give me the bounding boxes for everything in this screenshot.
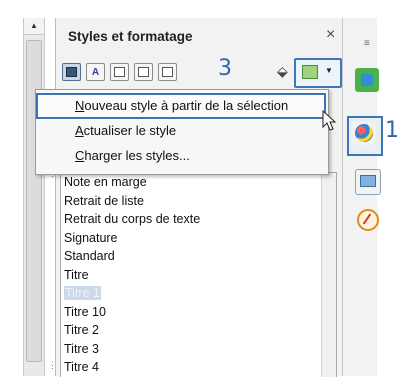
paragraph-styles-button[interactable] xyxy=(62,63,81,81)
page-styles-icon xyxy=(138,67,149,77)
menu-item-mnemonic: C xyxy=(75,148,85,163)
properties-icon[interactable] xyxy=(355,68,379,92)
list-item[interactable]: Titre 3 xyxy=(61,340,336,359)
document-vertical-scrollbar[interactable]: ▲ xyxy=(23,18,45,376)
new-style-from-selection-button[interactable]: ▼ xyxy=(294,58,342,88)
menu-item-mnemonic: A xyxy=(75,123,84,138)
navigator-icon[interactable] xyxy=(355,207,379,231)
mouse-pointer-icon xyxy=(322,110,337,131)
page-styles-button[interactable] xyxy=(134,63,153,81)
gallery-icon[interactable] xyxy=(355,169,381,195)
list-styles-button[interactable] xyxy=(158,63,177,81)
list-item[interactable]: Retrait du corps de texte xyxy=(61,210,336,229)
character-styles-icon: A xyxy=(91,66,100,78)
paragraph-styles-icon xyxy=(66,67,77,77)
list-item[interactable]: Note en marge xyxy=(61,173,336,192)
list-item[interactable]: Titre 2 xyxy=(61,321,336,340)
callout-number-3: 3 xyxy=(218,56,232,81)
new-style-dropdown-menu: Nouveau style à partir de la sélection A… xyxy=(35,89,329,175)
list-item[interactable]: Standard xyxy=(61,247,336,266)
frame-styles-button[interactable] xyxy=(110,63,129,81)
menu-item-new-style-from-selection[interactable]: Nouveau style à partir de la sélection xyxy=(36,93,326,119)
list-item[interactable]: Titre 10 xyxy=(61,303,336,322)
fill-format-icon[interactable]: ⬙ xyxy=(277,63,288,80)
menu-item-label: ouveau style à partir de la sélection xyxy=(84,98,289,113)
menu-item-mnemonic: N xyxy=(75,98,85,113)
sidebar-menu-icon[interactable]: ≡ xyxy=(364,38,370,49)
list-item[interactable]: Signature xyxy=(61,229,336,248)
character-styles-button[interactable]: A xyxy=(86,63,105,81)
list-item[interactable]: Titre 4 xyxy=(61,358,336,377)
list-item[interactable]: Titre xyxy=(61,266,336,285)
ruler-grip-icon: ⋮ xyxy=(48,360,57,370)
callout-number-1: 1 xyxy=(385,118,399,143)
panel-title: Styles et formatage xyxy=(68,29,193,44)
styles-list[interactable]: Note en marge Retrait de liste Retrait d… xyxy=(60,172,337,377)
menu-item-load-styles[interactable]: Charger les styles... xyxy=(38,144,324,168)
styles-formatting-icon[interactable] xyxy=(352,121,376,145)
list-styles-icon xyxy=(162,67,173,77)
menu-item-label: ctualiser le style xyxy=(83,123,177,138)
list-item-selected[interactable]: Titre 1 xyxy=(61,284,336,303)
new-style-icon xyxy=(302,65,318,79)
menu-item-label: harger les styles... xyxy=(84,148,190,163)
close-icon[interactable]: × xyxy=(326,26,335,44)
chevron-down-icon[interactable]: ▼ xyxy=(325,66,333,75)
frame-styles-icon xyxy=(114,67,125,77)
list-scrollbar[interactable] xyxy=(321,173,336,377)
scroll-up-arrow-icon[interactable]: ▲ xyxy=(24,18,44,35)
menu-item-update-style[interactable]: Actualiser le style xyxy=(38,119,324,143)
list-item[interactable]: Retrait de liste xyxy=(61,192,336,211)
